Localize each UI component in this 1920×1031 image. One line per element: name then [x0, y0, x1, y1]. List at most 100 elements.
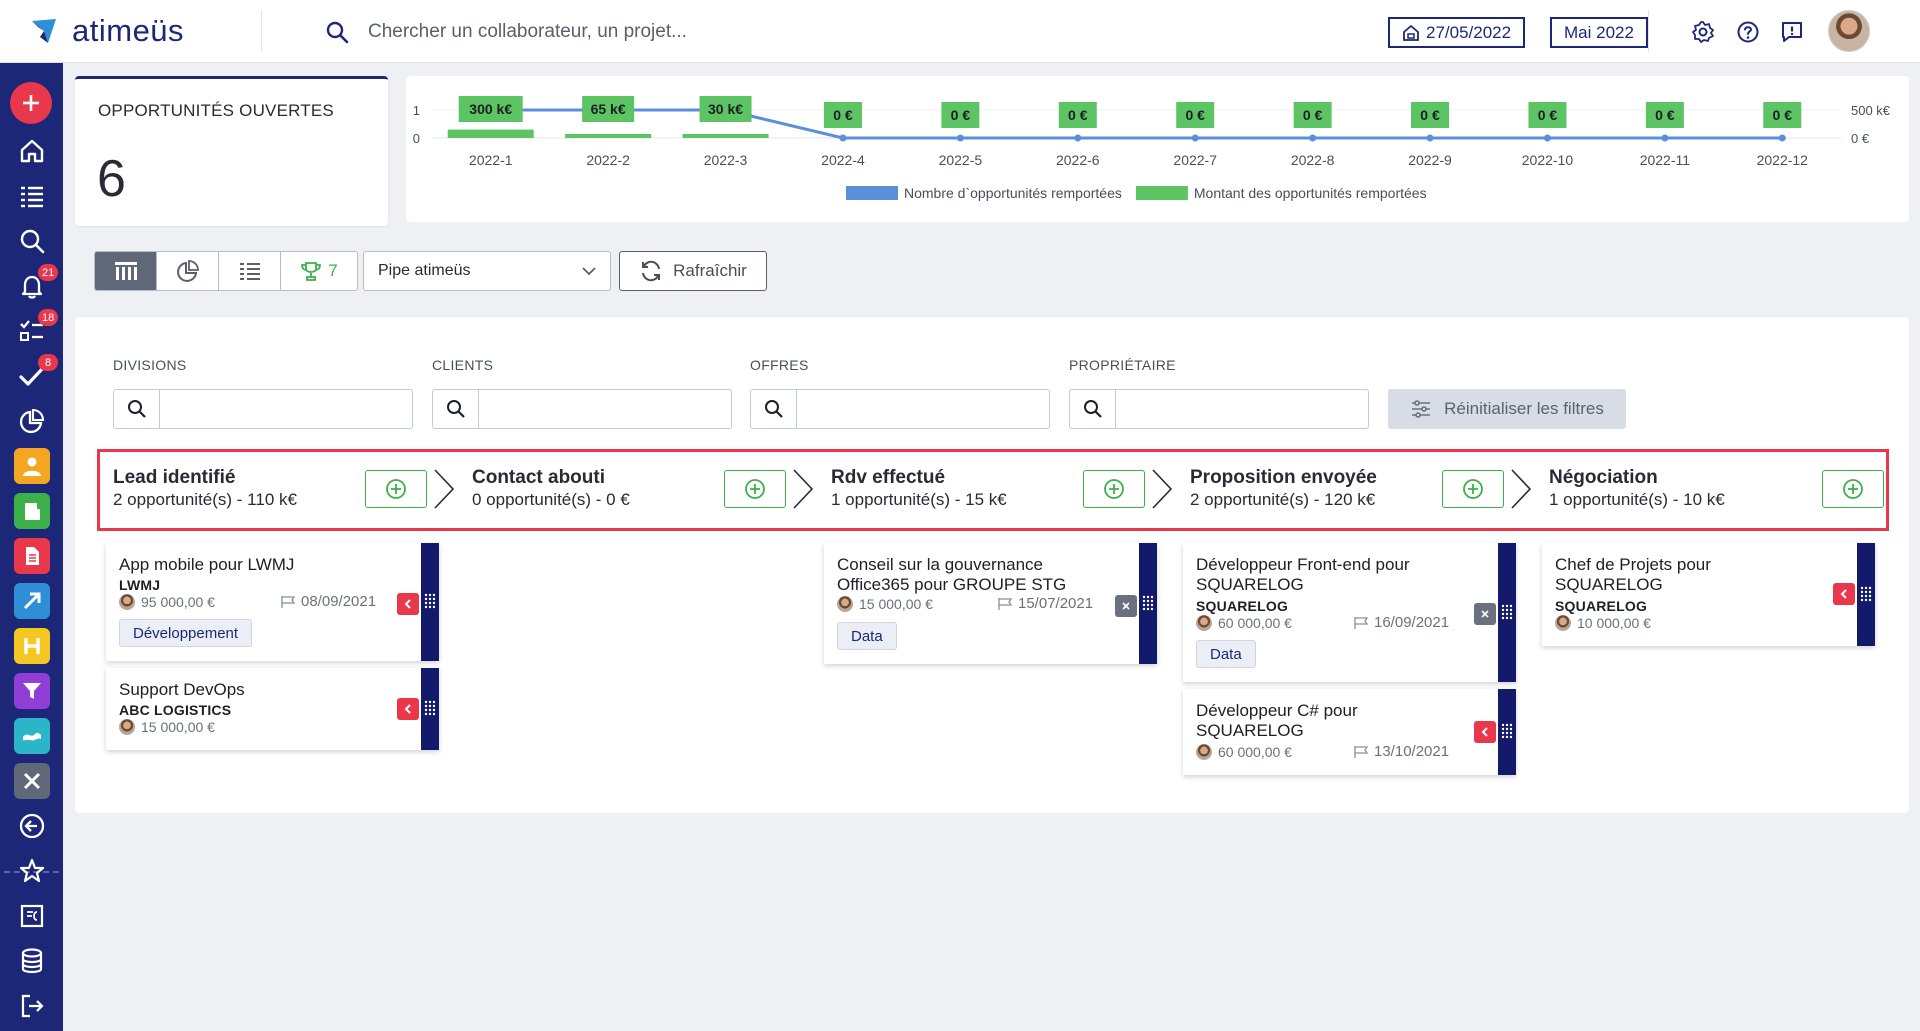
sidebar-item-home[interactable] [12, 131, 52, 171]
kanban-view-button[interactable] [95, 252, 157, 290]
offres-filter[interactable] [750, 389, 1050, 429]
sidebar-item-timesheet[interactable] [12, 626, 52, 666]
legend-label: Nombre d`opportunités remportées [904, 185, 1122, 201]
sidebar-item-notifications[interactable]: 21 [12, 264, 59, 306]
current-period: Mai 2022 [1564, 22, 1634, 42]
building-icon [25, 503, 40, 520]
sidebar-item-deals[interactable] [12, 716, 52, 756]
x-axis-tick: 2022-10 [1522, 152, 1574, 168]
sidebar-item-documents[interactable] [12, 536, 52, 576]
list-icon [239, 263, 260, 280]
add-opportunity-button[interactable] [1822, 470, 1884, 508]
card-amount-row: 15 000,00 € [837, 596, 933, 612]
add-opportunity-button[interactable] [1083, 470, 1145, 508]
divisions-filter[interactable] [113, 389, 413, 429]
stage-summary: 2 opportunité(s) - 120 k€ [1190, 490, 1376, 509]
card-date-row: 08/09/2021 [280, 593, 376, 610]
refresh-button[interactable]: Rafraîchir [619, 251, 767, 291]
sidebar-item-validations[interactable]: 8 [12, 354, 58, 396]
stage-lead: Lead identifié 2 opportunité(s) - 110 k€ [100, 452, 459, 528]
drag-handle[interactable] [1498, 689, 1516, 775]
clients-input[interactable] [479, 390, 731, 428]
card-amount-row: 15 000,00 € [119, 719, 215, 735]
won-opportunities-button[interactable]: 7 [281, 252, 357, 290]
sidebar-item-logout[interactable] [12, 986, 52, 1026]
list-view-button[interactable] [219, 252, 281, 290]
app-logo[interactable]: atimeüs [26, 10, 262, 52]
proprietaire-input[interactable] [1116, 390, 1368, 428]
plus-circle-icon [745, 479, 765, 499]
opportunity-card[interactable]: Développeur C# pour SQUARELOG 60 000,00 … [1183, 689, 1516, 775]
period-selector[interactable]: Mai 2022 [1550, 17, 1648, 48]
arrow-left-circle-icon [19, 813, 45, 839]
search-icon [1070, 390, 1116, 428]
opportunity-card[interactable]: Développeur Front-end pour SQUARELOG SQU… [1183, 543, 1516, 682]
drag-handle[interactable] [1498, 543, 1516, 682]
card-title: App mobile pour LWMJ [119, 555, 295, 574]
pipe-select[interactable]: Pipe atimeüs [363, 251, 611, 291]
sidebar-item-pipeline[interactable] [12, 671, 52, 711]
date-picker-button[interactable]: 27/05/2022 [1388, 17, 1526, 48]
data-label: 30 k€ [708, 101, 743, 117]
move-back-button[interactable] [397, 698, 419, 720]
user-avatar[interactable] [1828, 10, 1870, 52]
pipe-selected-value: Pipe atimeüs [378, 262, 471, 279]
x-axis-tick: 2022-9 [1408, 152, 1452, 168]
count-point [1074, 134, 1082, 142]
drag-handle[interactable] [1139, 543, 1157, 664]
kpi-value: 6 [97, 150, 126, 208]
won-count: 7 [328, 261, 338, 280]
close-button[interactable] [1115, 595, 1137, 617]
data-label: 65 k€ [591, 101, 626, 117]
close-button[interactable] [1474, 603, 1496, 625]
card-tag: Développement [119, 619, 253, 647]
drag-handle[interactable] [421, 543, 439, 661]
proprietaire-label: PROPRIÉTAIRE [1069, 357, 1176, 373]
proprietaire-filter[interactable] [1069, 389, 1369, 429]
owner-avatar [837, 596, 853, 612]
sidebar-item-people[interactable] [12, 446, 52, 486]
deals-tile [14, 718, 50, 754]
clients-filter[interactable] [432, 389, 732, 429]
sidebar-item-tools[interactable] [12, 761, 52, 801]
add-opportunity-button[interactable] [365, 470, 427, 508]
opportunity-card[interactable]: Chef de Projets pour SQUARELOG SQUARELOG… [1542, 543, 1875, 646]
sidebar-item-reports[interactable] [12, 401, 52, 441]
chart-view-button[interactable] [157, 252, 219, 290]
drag-handle[interactable] [1857, 543, 1875, 646]
x-axis-tick: 2022-7 [1173, 152, 1217, 168]
move-back-button[interactable] [397, 593, 419, 615]
gear-icon[interactable] [1691, 20, 1715, 44]
global-search-input[interactable] [368, 14, 968, 50]
card-title: Conseil sur la gouvernance Office365 pou… [837, 555, 1067, 594]
search-icon[interactable] [325, 20, 349, 44]
sidebar-item-back[interactable] [12, 806, 52, 846]
move-back-button[interactable] [1474, 721, 1496, 743]
offres-input[interactable] [797, 390, 1049, 428]
arrow-icon [23, 592, 41, 610]
opportunity-card[interactable]: Support DevOps ABC LOGISTICS 15 000,00 € [106, 668, 439, 750]
sidebar-item-billing[interactable] [12, 896, 52, 936]
divisions-input[interactable] [160, 390, 412, 428]
add-button[interactable] [10, 82, 52, 124]
divider [1648, 10, 1649, 52]
sidebar-item-tasks[interactable]: 18 [12, 309, 59, 351]
sidebar-item-projects[interactable] [12, 581, 52, 621]
sidebar-item-list[interactable] [12, 176, 52, 216]
sidebar-item-search[interactable] [12, 221, 52, 261]
opportunity-card[interactable]: App mobile pour LWMJ LWMJ 95 000,00 € 08… [106, 543, 439, 661]
chevron-right-icon [793, 469, 814, 509]
add-opportunity-button[interactable] [724, 470, 786, 508]
opportunity-card[interactable]: Conseil sur la gouvernance Office365 pou… [824, 543, 1157, 664]
add-opportunity-button[interactable] [1442, 470, 1504, 508]
help-icon[interactable] [1736, 20, 1760, 44]
reset-filters-button[interactable]: Réinitialiser les filtres [1388, 389, 1626, 429]
sidebar-item-clients[interactable] [12, 491, 52, 531]
sidebar-item-favorites[interactable] [12, 851, 52, 891]
sidebar-item-database[interactable] [12, 941, 52, 981]
tools-icon [23, 772, 41, 790]
feedback-icon[interactable] [1780, 20, 1804, 44]
search-icon [20, 229, 45, 254]
drag-handle[interactable] [421, 668, 439, 750]
move-back-button[interactable] [1833, 583, 1855, 605]
